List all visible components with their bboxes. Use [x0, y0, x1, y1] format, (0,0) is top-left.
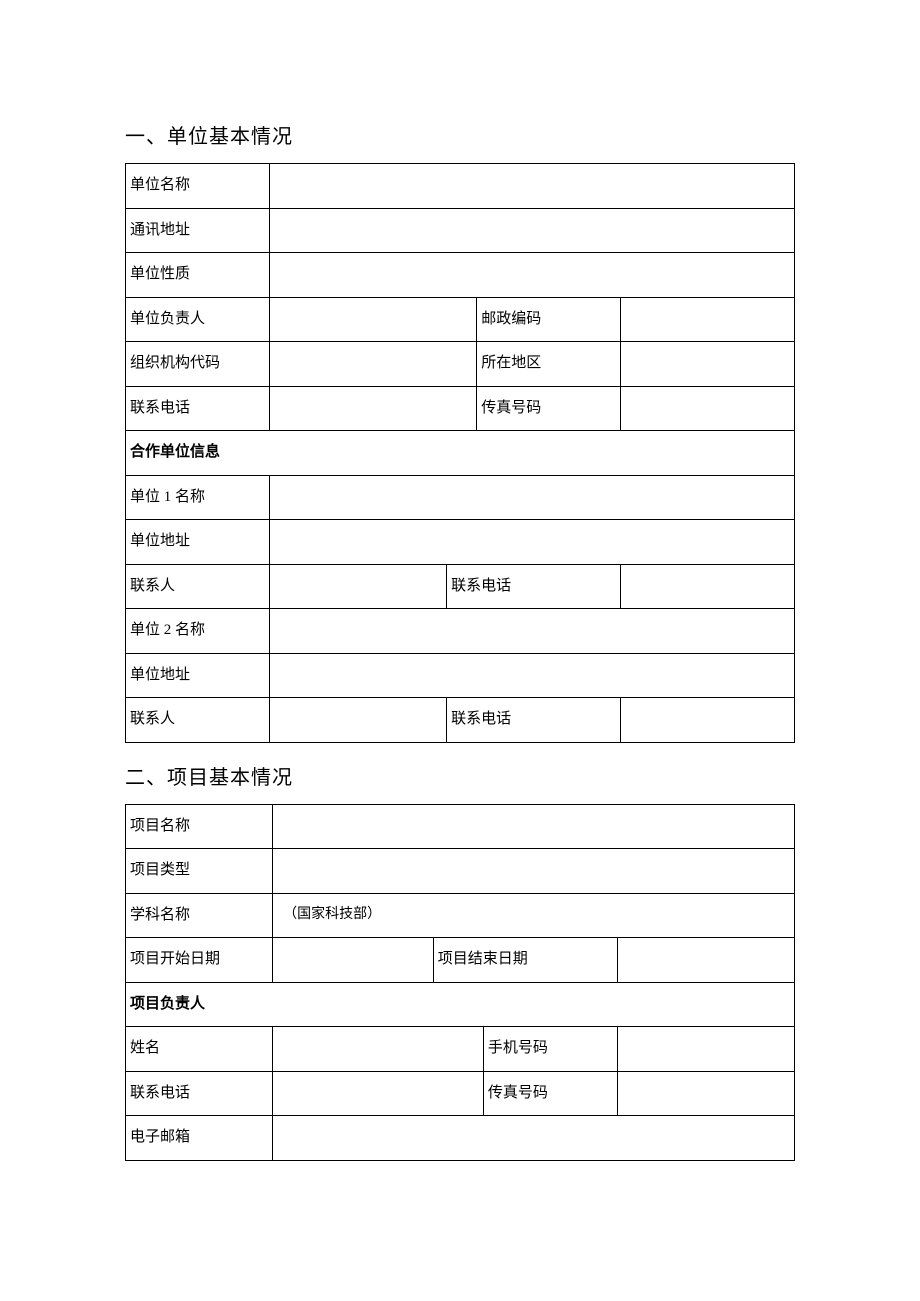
value-end-date[interactable] [617, 938, 794, 983]
label-proj-type: 项目类型 [126, 849, 273, 894]
value-address[interactable] [269, 208, 794, 253]
table-row: 项目名称 [126, 804, 795, 849]
table-row: 通讯地址 [126, 208, 795, 253]
value-unit-name[interactable] [269, 164, 794, 209]
value-proj-name[interactable] [273, 804, 795, 849]
value-region[interactable] [621, 342, 795, 387]
label-region: 所在地区 [477, 342, 621, 387]
label-coop2-name: 单位 2 名称 [126, 609, 270, 654]
heading-coop: 合作单位信息 [126, 431, 795, 476]
value-unit-type[interactable] [269, 253, 794, 298]
label-fax: 传真号码 [477, 386, 621, 431]
label-end-date: 项目结束日期 [433, 938, 617, 983]
value-lead-mobile[interactable] [617, 1027, 794, 1072]
label-lead-mobile: 手机号码 [483, 1027, 617, 1072]
table-row: 单位地址 [126, 653, 795, 698]
label-org-code: 组织机构代码 [126, 342, 270, 387]
table-row: 合作单位信息 [126, 431, 795, 476]
table-row: 单位负责人 邮政编码 [126, 297, 795, 342]
value-fax[interactable] [621, 386, 795, 431]
label-coop2-phone: 联系电话 [447, 698, 621, 743]
value-coop1-phone[interactable] [621, 564, 795, 609]
label-coop1-name: 单位 1 名称 [126, 475, 270, 520]
table-row: 项目负责人 [126, 982, 795, 1027]
label-subject: 学科名称 [126, 893, 273, 938]
value-coop1-name[interactable] [269, 475, 794, 520]
table-row: 电子邮箱 [126, 1116, 795, 1161]
table-row: 联系人 联系电话 [126, 698, 795, 743]
value-coop2-contact[interactable] [269, 698, 446, 743]
table-row: 单位性质 [126, 253, 795, 298]
value-subject-note: （国家科技部） [273, 893, 795, 938]
value-lead-fax[interactable] [617, 1071, 794, 1116]
label-lead-phone: 联系电话 [126, 1071, 273, 1116]
value-postal[interactable] [621, 297, 795, 342]
label-proj-name: 项目名称 [126, 804, 273, 849]
value-coop2-addr[interactable] [269, 653, 794, 698]
table-row: 联系电话 传真号码 [126, 1071, 795, 1116]
label-coop2-contact: 联系人 [126, 698, 270, 743]
value-proj-type[interactable] [273, 849, 795, 894]
value-lead-phone[interactable] [273, 1071, 484, 1116]
label-postal: 邮政编码 [477, 297, 621, 342]
value-coop1-contact[interactable] [269, 564, 446, 609]
value-org-code[interactable] [269, 342, 476, 387]
table-row: 学科名称 （国家科技部） [126, 893, 795, 938]
label-phone: 联系电话 [126, 386, 270, 431]
label-lead-name: 姓名 [126, 1027, 273, 1072]
table-row: 项目类型 [126, 849, 795, 894]
table-project-basic: 项目名称 项目类型 学科名称 （国家科技部） 项目开始日期 项目结束日期 项目负… [125, 804, 795, 1161]
heading-lead: 项目负责人 [126, 982, 795, 1027]
value-coop2-phone[interactable] [621, 698, 795, 743]
value-coop1-addr[interactable] [269, 520, 794, 565]
label-lead-email: 电子邮箱 [126, 1116, 273, 1161]
table-unit-basic: 单位名称 通讯地址 单位性质 单位负责人 邮政编码 组织机构代码 所在地区 联系… [125, 163, 795, 743]
value-phone[interactable] [269, 386, 476, 431]
table-row: 联系人 联系电话 [126, 564, 795, 609]
value-start-date[interactable] [273, 938, 434, 983]
label-start-date: 项目开始日期 [126, 938, 273, 983]
value-lead-email[interactable] [273, 1116, 795, 1161]
label-coop1-phone: 联系电话 [447, 564, 621, 609]
section-2-title: 二、项目基本情况 [125, 761, 795, 790]
label-coop1-addr: 单位地址 [126, 520, 270, 565]
value-unit-head[interactable] [269, 297, 476, 342]
label-unit-name: 单位名称 [126, 164, 270, 209]
table-row: 姓名 手机号码 [126, 1027, 795, 1072]
label-coop1-contact: 联系人 [126, 564, 270, 609]
label-lead-fax: 传真号码 [483, 1071, 617, 1116]
value-lead-name[interactable] [273, 1027, 484, 1072]
value-coop2-name[interactable] [269, 609, 794, 654]
section-1-title: 一、单位基本情况 [125, 120, 795, 149]
label-unit-type: 单位性质 [126, 253, 270, 298]
table-row: 组织机构代码 所在地区 [126, 342, 795, 387]
table-row: 单位地址 [126, 520, 795, 565]
table-row: 联系电话 传真号码 [126, 386, 795, 431]
table-row: 单位名称 [126, 164, 795, 209]
table-row: 单位 2 名称 [126, 609, 795, 654]
label-unit-head: 单位负责人 [126, 297, 270, 342]
table-row: 单位 1 名称 [126, 475, 795, 520]
label-address: 通讯地址 [126, 208, 270, 253]
table-row: 项目开始日期 项目结束日期 [126, 938, 795, 983]
label-coop2-addr: 单位地址 [126, 653, 270, 698]
